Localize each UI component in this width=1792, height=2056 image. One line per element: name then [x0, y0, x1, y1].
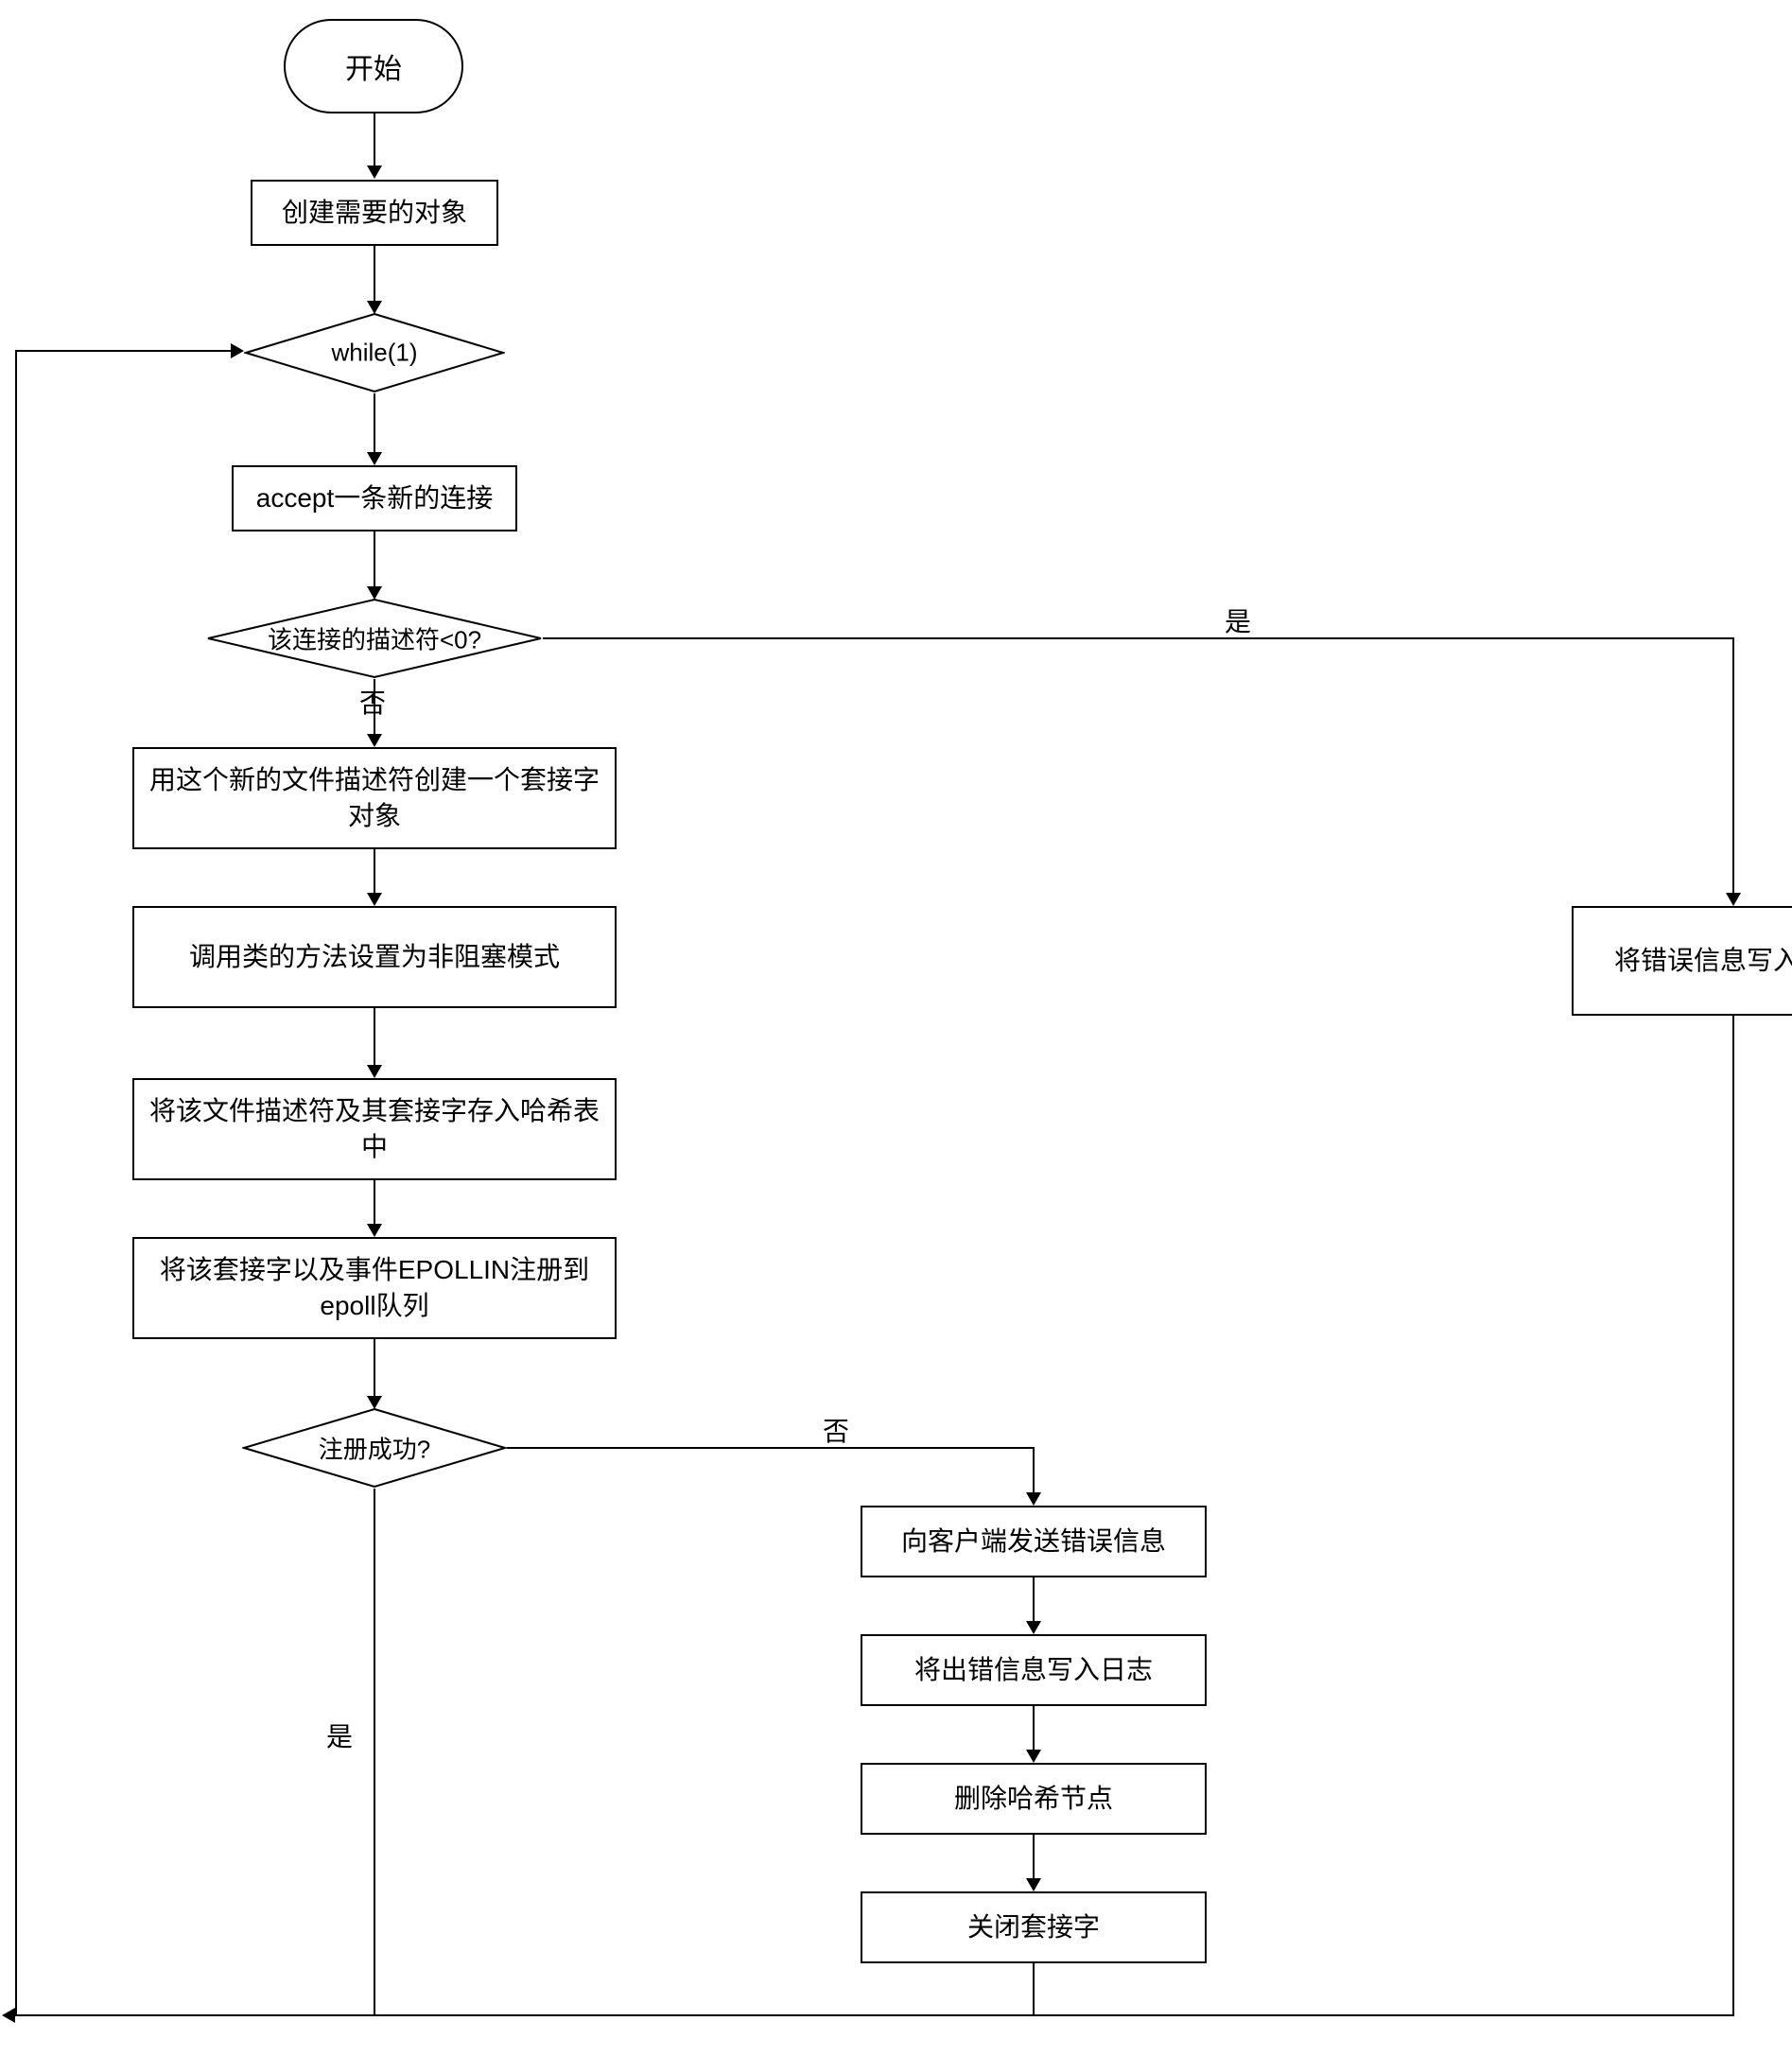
node-new-socket: 用这个新的文件描述符创建一个套接字对象	[132, 747, 617, 849]
node-set-nonblock-label: 调用类的方法设置为非阻塞模式	[189, 939, 560, 975]
node-write-err2: 将出错信息写入日志	[861, 1634, 1207, 1706]
edge	[374, 1008, 375, 1065]
node-register-ok-label: 注册成功?	[319, 1431, 430, 1466]
edge	[1033, 1706, 1035, 1750]
edge	[374, 393, 375, 452]
flowchart-canvas: 开始 创建需要的对象 while(1) accept一条新的连接 该连接的描述符…	[0, 0, 1792, 2056]
node-create-obj: 创建需要的对象	[251, 180, 498, 246]
arrowhead-down-icon	[1026, 1621, 1041, 1634]
node-new-socket-label: 用这个新的文件描述符创建一个套接字对象	[149, 762, 600, 834]
edge	[1033, 1963, 1035, 2016]
edge-label-yes: 是	[1225, 601, 1251, 639]
edge	[1033, 1447, 1035, 1492]
node-start-label: 开始	[345, 45, 402, 87]
arrowhead-down-icon	[367, 1224, 382, 1237]
node-create-obj-label: 创建需要的对象	[282, 195, 467, 231]
arrowhead-left-icon	[2, 2008, 15, 2023]
edge	[374, 849, 375, 893]
arrowhead-down-icon	[1026, 1878, 1041, 1891]
node-err-log-right-label: 将错误信息写入日志	[1614, 943, 1792, 979]
node-epoll-register-label: 将该套接字以及事件EPOLLIN注册到epoll队列	[149, 1252, 600, 1324]
edge	[374, 679, 375, 734]
edge	[15, 350, 231, 352]
edge	[1033, 1835, 1035, 1878]
node-err-log-right: 将错误信息写入日志	[1572, 906, 1792, 1016]
node-send-err-label: 向客户端发送错误信息	[901, 1524, 1166, 1559]
edge	[374, 531, 375, 586]
arrowhead-right-icon	[231, 343, 244, 358]
node-accept-label: accept一条新的连接	[256, 480, 494, 516]
node-send-err: 向客户端发送错误信息	[861, 1506, 1207, 1577]
edge-label-no: 否	[359, 683, 386, 721]
arrowhead-down-icon	[367, 734, 382, 747]
node-hash-store-label: 将该文件描述符及其套接字存入哈希表中	[149, 1093, 600, 1165]
node-accept: accept一条新的连接	[232, 465, 517, 531]
arrowhead-down-icon	[367, 893, 382, 906]
arrowhead-down-icon	[1726, 893, 1741, 906]
node-while-label: while(1)	[331, 339, 417, 368]
node-epoll-register: 将该套接字以及事件EPOLLIN注册到epoll队列	[132, 1237, 617, 1339]
edge	[1732, 1016, 1734, 2016]
edge-bottom-bus	[15, 2014, 1734, 2016]
node-del-hash: 删除哈希节点	[861, 1763, 1207, 1835]
edge-left-bus	[15, 350, 17, 2016]
node-close-sock: 关闭套接字	[861, 1891, 1207, 1963]
edge	[374, 246, 375, 301]
edge	[374, 1339, 375, 1396]
edge	[374, 1489, 375, 2016]
edge-label-yes: 是	[326, 1716, 353, 1754]
edge	[374, 1180, 375, 1224]
edge	[1732, 637, 1734, 893]
arrowhead-down-icon	[367, 452, 382, 465]
edge	[507, 1447, 1035, 1449]
node-hash-store: 将该文件描述符及其套接字存入哈希表中	[132, 1078, 617, 1180]
arrowhead-down-icon	[1026, 1492, 1041, 1506]
arrowhead-down-icon	[367, 166, 382, 179]
node-close-sock-label: 关闭套接字	[967, 1909, 1100, 1945]
node-register-ok: 注册成功?	[242, 1407, 507, 1489]
node-set-nonblock: 调用类的方法设置为非阻塞模式	[132, 906, 617, 1008]
node-write-err2-label: 将出错信息写入日志	[914, 1652, 1153, 1688]
edge	[1033, 1577, 1035, 1621]
node-fd-lt0: 该连接的描述符<0?	[206, 598, 543, 679]
edge	[543, 637, 1734, 639]
arrowhead-down-icon	[1026, 1750, 1041, 1763]
node-while: while(1)	[244, 312, 505, 393]
edge-label-no: 否	[823, 1411, 849, 1449]
node-del-hash-label: 删除哈希节点	[954, 1781, 1113, 1817]
arrowhead-down-icon	[367, 1065, 382, 1078]
edge	[374, 113, 375, 166]
node-fd-lt0-label: 该连接的描述符<0?	[268, 621, 481, 656]
node-start: 开始	[284, 19, 463, 113]
